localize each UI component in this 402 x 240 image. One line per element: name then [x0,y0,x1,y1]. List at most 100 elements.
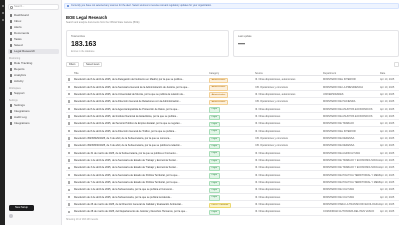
column-header-source[interactable]: Source [255,72,263,75]
table-row[interactable]: Resolución de 26 de marzo de 2025, de la… [66,201,399,209]
saved-views-button[interactable]: Saved views [83,62,103,67]
row-checkbox[interactable] [68,107,71,111]
row-checkbox[interactable] [68,144,71,147]
row-checkbox[interactable] [68,203,71,206]
table-row[interactable]: Resolución de 8 de abril de 2025, de la … [66,105,399,113]
row-date: Apr 10, 2025 [380,78,395,82]
results-count: Showing 19 of 183.163 results [66,218,99,221]
row-checkbox[interactable] [68,115,71,118]
row-checkbox[interactable] [68,85,71,89]
row-department: MINISTERIO DE CULTURA [323,188,355,192]
nav-icon [9,80,12,83]
nav-icon [9,20,12,23]
sidebar-item[interactable]: Legal Research [8,49,59,54]
sidebar-item[interactable]: Activity [8,79,59,84]
filter-button[interactable]: Filters [66,62,79,67]
row-checkbox[interactable] [68,181,71,184]
sidebar-section-label: Monitoring [9,57,21,60]
sidebar-item[interactable]: Support [8,91,59,96]
sidebar-item[interactable]: Settings [8,103,59,108]
table-row[interactable]: Resolución de 8 de abril de 2025, de la … [66,127,399,135]
row-title: Resolución de 31 de marzo de 2025, de la… [74,151,178,155]
row-checkbox[interactable] [68,210,71,213]
sidebar-search-input[interactable]: Search... [8,4,59,10]
sidebar-item[interactable]: Inbox [8,19,59,24]
sidebar-section-label: Settings [9,99,18,102]
row-checkbox[interactable] [68,195,71,199]
row-department: MINISTERIO PARA LA TRANSICIÓN ECOLÓGICA [323,203,380,207]
sidebar-item[interactable]: Saved [8,43,59,48]
row-title: Resolución de 8 de abril de 2025, de la … [74,100,182,104]
sidebar-item-label: Legal Research [14,49,36,53]
table-row[interactable]: Resolución de 8 de abril de 2025, de la … [66,76,399,84]
sidebar-item-label: Audit Log [14,115,27,119]
row-checkbox[interactable] [68,137,71,140]
row-checkbox[interactable] [68,100,71,103]
row-department: MINISTERIO DE TRABAJO [323,122,354,126]
table-row[interactable]: Resolución de 1 de abril de 2025, de la … [66,186,399,194]
table-row[interactable]: Resolución de 3 de abril de 2025, de la … [66,164,399,172]
row-date: Apr 10, 2025 [380,151,395,155]
row-date: Apr 10, 2025 [380,195,395,199]
row-title: Resolución de 26 de marzo de 2025, de la… [74,203,183,207]
sidebar-item[interactable]: Tasks [8,37,59,42]
new-setup-button[interactable]: New Setup [9,205,34,211]
settings-icon[interactable] [394,62,399,67]
nav-icon [9,122,12,125]
rail-icon[interactable] [1,5,4,7]
sidebar-item[interactable]: Documents [8,31,59,36]
table-row[interactable]: Resolución de 1 de abril de 2025, de la … [66,157,399,165]
rail-icon[interactable] [1,19,4,21]
row-date: Apr 10, 2025 [380,144,395,148]
row-checkbox[interactable] [68,166,71,169]
nav-icon [9,116,12,119]
table-row[interactable]: Resolución de 7 de abril de 2025, de la … [66,179,399,187]
row-checkbox[interactable] [68,93,71,96]
column-header-date[interactable]: Date [380,72,385,75]
sidebar-item-label: Settings [14,103,25,107]
row-source: III. Otras disposiciones [255,203,281,207]
table-row[interactable]: Resolución de 28 de marzo de 2025, del D… [66,208,399,216]
table-row[interactable]: Resolución de 8 de abril de 2025, del Se… [66,120,399,128]
row-checkbox[interactable] [68,188,71,191]
row-date: Apr 10, 2025 [380,210,395,214]
stat-label: Total entries [71,35,85,38]
sidebar-item[interactable]: Audit Log [8,115,59,120]
row-title: Resolución de 2 de abril de 2025, de la … [74,173,180,177]
rail-icon[interactable] [1,12,4,14]
column-header-category[interactable]: Category [209,72,219,75]
row-department: MINISTERIO DE TRABAJO Y ECONOMÍA SOCIAL [323,159,380,163]
info-banner: Currently you have not selected any sour… [64,3,399,9]
row-checkbox[interactable] [68,78,71,81]
row-source: III. Otras disposiciones, autonomous [255,92,296,96]
sidebar-item[interactable]: Reports [8,67,59,72]
row-checkbox[interactable] [68,122,71,125]
row-department: COMUNIDAD AUTÓNOMA DEL PAÍS VASCO [323,210,375,214]
sidebar-item[interactable]: Integrations [8,121,59,126]
table-row[interactable]: Resolución de 4 de abril de 2025, de la … [66,194,399,201]
column-header-department[interactable]: Department [323,72,336,75]
row-checkbox[interactable] [68,151,71,155]
sidebar-item[interactable]: Integrations [8,109,59,114]
table-row[interactable]: Resolución de 2 de abril de 2025, de la … [66,171,399,179]
sidebar-item-label: Saved [14,43,23,47]
row-checkbox[interactable] [68,129,71,133]
row-title: Resolución de 8 de abril de 2025, de la … [74,78,184,82]
table-row[interactable]: Resolución de 8 de abril de 2025, de la … [66,83,399,91]
sidebar-item-label: Activity [14,79,24,83]
row-title: Resolución de 8 de abril de 2025, de la … [74,129,177,133]
column-header-title[interactable]: Title [74,72,79,75]
sidebar-item[interactable]: Alerts [8,25,59,30]
row-checkbox[interactable] [68,173,71,177]
row-checkbox[interactable] [68,159,71,162]
table-row[interactable]: Resolución 452/38030/2025, de 3 de abril… [66,142,399,150]
avatar[interactable] [9,214,13,218]
table-row[interactable]: Resolución 452/38029/2025, de 3 de abril… [66,135,399,143]
table-row[interactable]: Resolución de 8 de abril de 2025, de la … [66,98,399,106]
sidebar-item[interactable]: Rule Tracking [8,61,59,66]
table-row[interactable]: Resolución de 8 de abril de 2025, de la … [66,91,399,99]
table-row[interactable]: Resolución de 8 de abril de 2025, del In… [66,113,399,121]
sidebar-item[interactable]: Dashboard [8,13,59,18]
sidebar-item[interactable]: Analytics [8,73,59,78]
table-row[interactable]: Resolución de 31 de marzo de 2025, de la… [66,149,399,157]
